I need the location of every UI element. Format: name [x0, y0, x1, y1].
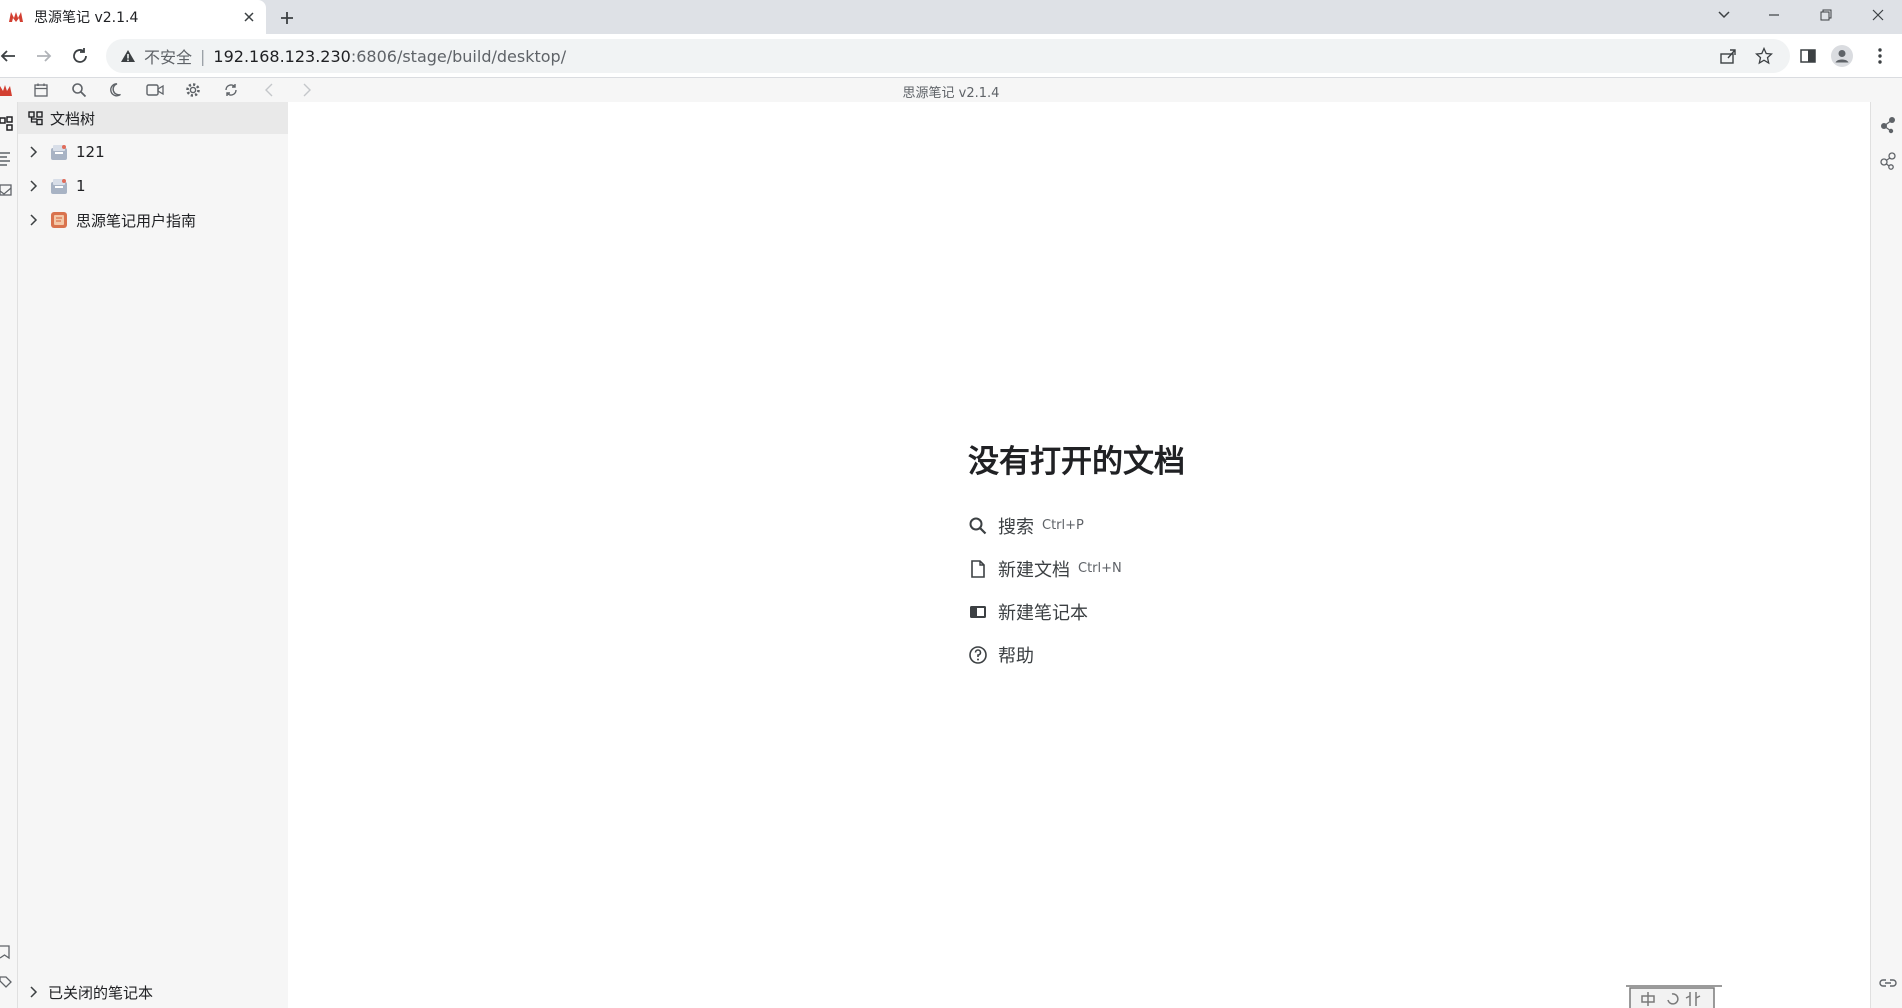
new-notebook-action-label: 新建笔记本: [998, 602, 1088, 624]
notebook-icon: [968, 602, 988, 622]
global-graph-icon[interactable]: [1879, 152, 1897, 170]
decorative-stamp-image: [1624, 980, 1724, 1008]
reload-icon[interactable]: [68, 44, 92, 68]
editor-area: 没有打开的文档 搜索 Ctrl+P 新建文档 Ctrl+N 新建笔记本 帮助: [288, 102, 1870, 1008]
back-arrow-icon[interactable]: [0, 44, 20, 68]
profile-avatar-icon[interactable]: [1830, 44, 1854, 68]
siyuan-favicon-icon: [8, 9, 24, 25]
url-host: 192.168.123.230: [213, 46, 351, 66]
close-tab-icon[interactable]: [238, 6, 260, 28]
minimize-window-icon[interactable]: [1750, 0, 1798, 30]
tab-title: 思源笔记 v2.1.4: [34, 10, 139, 26]
tab-search-icon[interactable]: [1700, 0, 1748, 30]
url-path: :6806/stage/build/desktop/: [350, 46, 567, 66]
file-icon: [968, 559, 988, 579]
new-notebook-action[interactable]: 新建笔记本: [968, 590, 1368, 633]
inbox-dock-icon[interactable]: [0, 182, 14, 198]
bookmark-dock-icon[interactable]: [0, 944, 14, 960]
app-title: 思源笔记 v2.1.4: [902, 86, 1000, 101]
filetree-icon: [28, 110, 44, 126]
help-action[interactable]: 帮助: [968, 633, 1368, 676]
close-window-icon[interactable]: [1854, 0, 1902, 30]
new-doc-shortcut: Ctrl+N: [1078, 561, 1122, 576]
empty-state-title: 没有打开的文档: [968, 444, 1185, 480]
notebook-item[interactable]: 121: [18, 136, 288, 168]
settings-icon[interactable]: [184, 81, 202, 99]
browser-tab-strip: 思源笔记 v2.1.4: [0, 0, 1902, 34]
moon-icon[interactable]: [108, 81, 126, 99]
new-tab-button[interactable]: [274, 5, 300, 31]
search-icon[interactable]: [70, 81, 88, 99]
backlink-icon[interactable]: [1879, 974, 1897, 992]
new-doc-action-label: 新建文档: [998, 559, 1070, 581]
notebook-icon: [50, 143, 68, 161]
expand-arrow-icon[interactable]: [26, 179, 40, 193]
sync-icon[interactable]: [222, 81, 240, 99]
notebook-label: 121: [76, 143, 105, 161]
left-dock: [0, 102, 18, 1008]
graph-view-icon[interactable]: [1879, 116, 1897, 134]
search-icon: [968, 516, 988, 536]
record-icon[interactable]: [146, 81, 164, 99]
siyuan-app: 思源笔记 v2.1.4 文档树 121 1 思源笔记用户指南 已关闭的笔记本 没…: [0, 78, 1902, 1008]
share-icon[interactable]: [1716, 44, 1740, 68]
notebook-label: 1: [76, 177, 86, 195]
restore-window-icon[interactable]: [1802, 0, 1850, 30]
search-action[interactable]: 搜索 Ctrl+P: [968, 504, 1368, 547]
side-panel-icon[interactable]: [1796, 44, 1820, 68]
address-bar[interactable]: 不安全 | 192.168.123.230 :6806/stage/build/…: [106, 39, 1790, 73]
siyuan-logo-icon[interactable]: [0, 81, 14, 99]
right-dock: [1870, 102, 1902, 1008]
search-action-label: 搜索: [998, 516, 1034, 538]
notebook-item[interactable]: 1: [18, 170, 288, 202]
filetree-dock-icon[interactable]: [0, 116, 14, 132]
expand-arrow-icon[interactable]: [26, 213, 40, 227]
security-label: 不安全: [144, 48, 193, 67]
url-separator: |: [200, 46, 206, 66]
warning-icon[interactable]: [120, 48, 136, 64]
browser-tab[interactable]: 思源笔记 v2.1.4: [0, 0, 266, 34]
expand-arrow-icon[interactable]: [26, 145, 40, 159]
forward-arrow-icon[interactable]: [32, 44, 56, 68]
help-action-label: 帮助: [998, 645, 1034, 667]
app-toolbar: 思源笔记 v2.1.4: [0, 78, 1902, 102]
tag-dock-icon[interactable]: [0, 974, 14, 990]
notebook-item[interactable]: 思源笔记用户指南: [18, 204, 288, 236]
closed-notebooks-toggle[interactable]: 已关闭的笔记本: [18, 976, 288, 1008]
notebook-icon: [50, 177, 68, 195]
calendar-icon[interactable]: [32, 81, 50, 99]
browser-menu-icon[interactable]: [1868, 44, 1892, 68]
notebook-label: 思源笔记用户指南: [76, 211, 197, 230]
bookmark-star-icon[interactable]: [1752, 44, 1776, 68]
closed-notebooks-label: 已关闭的笔记本: [48, 983, 154, 1002]
expand-arrow-icon[interactable]: [26, 985, 40, 999]
filetree-header: 文档树: [18, 102, 288, 134]
back-icon[interactable]: [260, 81, 278, 99]
outline-dock-icon[interactable]: [0, 150, 14, 166]
guide-book-icon: [50, 211, 68, 229]
empty-state: 没有打开的文档 搜索 Ctrl+P 新建文档 Ctrl+N 新建笔记本 帮助: [968, 440, 1368, 676]
filetree-title: 文档树: [50, 109, 96, 128]
search-shortcut: Ctrl+P: [1042, 518, 1084, 533]
help-icon: [968, 645, 988, 665]
new-doc-action[interactable]: 新建文档 Ctrl+N: [968, 547, 1368, 590]
forward-icon[interactable]: [298, 81, 316, 99]
filetree-panel: 文档树 121 1 思源笔记用户指南 已关闭的笔记本: [18, 102, 288, 1008]
browser-toolbar: 不安全 | 192.168.123.230 :6806/stage/build/…: [0, 34, 1902, 78]
